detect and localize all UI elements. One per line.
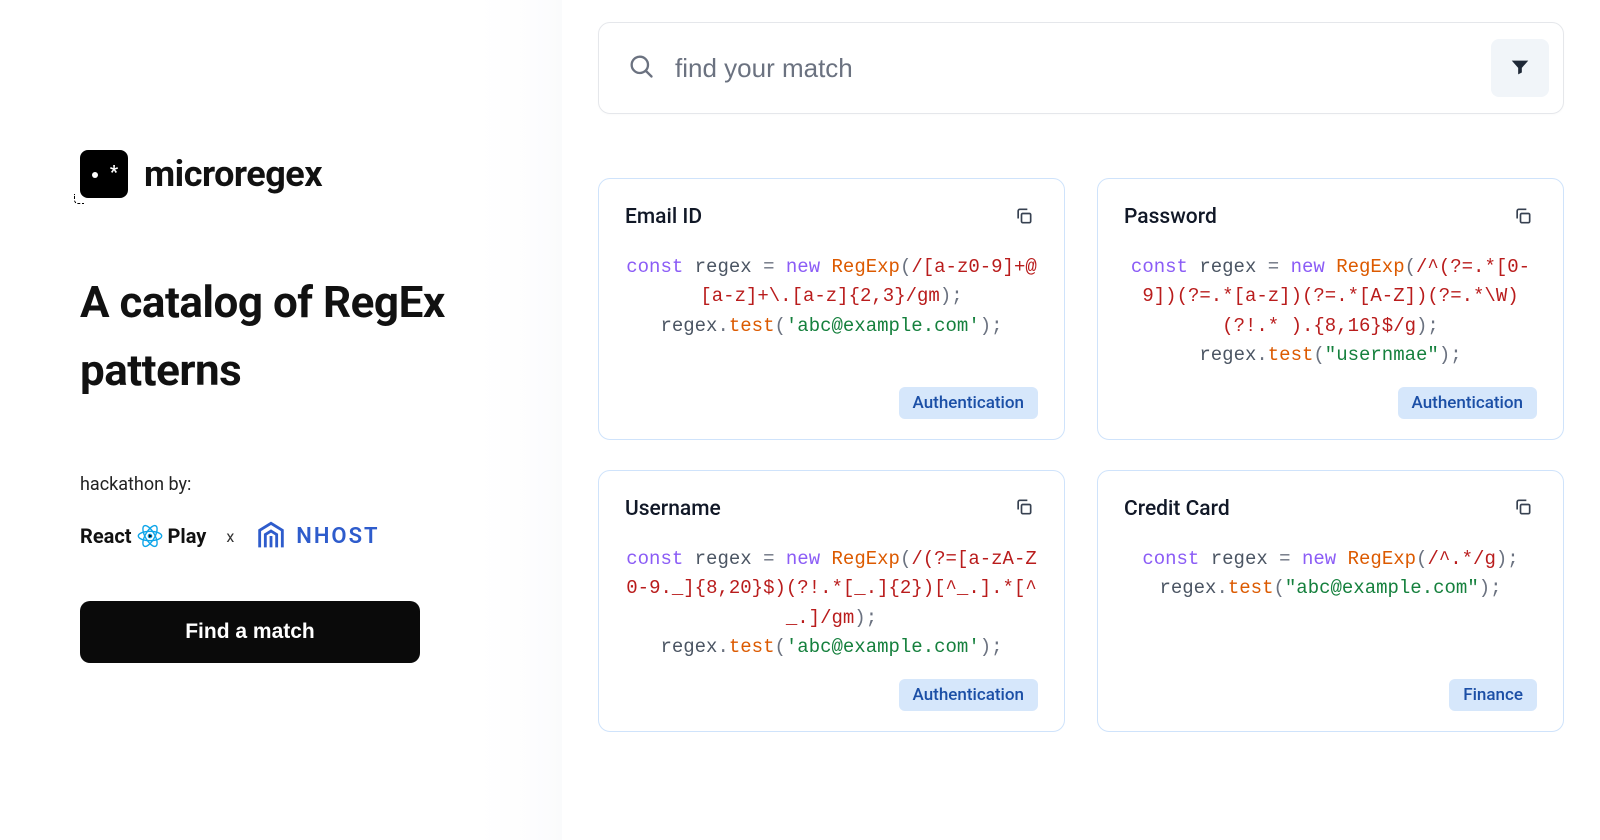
card-password: Password const regex = new RegExp(/^(?=.…	[1097, 178, 1564, 440]
find-match-button[interactable]: Find a match	[80, 601, 420, 663]
code-snippet: const regex = new RegExp(/^(?=.*[0-9])(?…	[1124, 253, 1537, 371]
copy-icon	[1014, 497, 1034, 520]
hackathon-label: hackathon by:	[80, 474, 482, 495]
copy-button[interactable]	[1010, 495, 1038, 523]
cards-grid: Email ID const regex = new RegExp(/[a-z0…	[598, 178, 1564, 732]
filter-button[interactable]	[1491, 39, 1549, 97]
logo-icon: *	[80, 150, 128, 198]
sponsor-react-text1: React	[80, 524, 132, 548]
search-icon	[627, 52, 655, 84]
filter-icon	[1509, 56, 1531, 81]
sponsor-nhost-text: NHOST	[296, 524, 379, 549]
copy-button[interactable]	[1010, 203, 1038, 231]
copy-button[interactable]	[1509, 203, 1537, 231]
react-icon	[136, 522, 164, 550]
card-title: Email ID	[625, 205, 702, 229]
tag[interactable]: Finance	[1449, 679, 1537, 711]
sidebar: * microregex A catalog of RegEx patterns…	[0, 0, 562, 840]
sponsor-react-text2: Play	[168, 524, 207, 548]
card-title: Password	[1124, 205, 1217, 229]
code-snippet: const regex = new RegExp(/(?=[a-zA-Z0-9.…	[625, 545, 1038, 663]
tag[interactable]: Authentication	[899, 387, 1038, 419]
card-title: Credit Card	[1124, 497, 1230, 521]
tag[interactable]: Authentication	[1398, 387, 1537, 419]
tag[interactable]: Authentication	[899, 679, 1038, 711]
logo-row: * microregex	[80, 150, 482, 198]
sponsor-reactplay: React Play	[80, 522, 206, 550]
copy-icon	[1513, 206, 1533, 229]
brand-name: microregex	[144, 153, 322, 195]
main-panel: Email ID const regex = new RegExp(/[a-z0…	[562, 0, 1600, 840]
card-title: Username	[625, 497, 721, 521]
copy-icon	[1014, 206, 1034, 229]
code-snippet: const regex = new RegExp(/[a-z0-9]+@[a-z…	[625, 253, 1038, 371]
sponsor-row: React Play x NHOST	[80, 519, 482, 553]
sponsor-nhost: NHOST	[254, 519, 379, 553]
headline: A catalog of RegEx patterns	[80, 268, 482, 404]
nhost-icon	[254, 519, 288, 553]
search-input[interactable]	[675, 53, 1471, 84]
code-snippet: const regex = new RegExp(/^.*/g); regex.…	[1124, 545, 1537, 663]
card-email: Email ID const regex = new RegExp(/[a-z0…	[598, 178, 1065, 440]
sponsor-separator: x	[226, 527, 234, 546]
copy-icon	[1513, 497, 1533, 520]
card-username: Username const regex = new RegExp(/(?=[a…	[598, 470, 1065, 732]
card-creditcard: Credit Card const regex = new RegExp(/^.…	[1097, 470, 1564, 732]
search-bar	[598, 22, 1564, 114]
copy-button[interactable]	[1509, 495, 1537, 523]
